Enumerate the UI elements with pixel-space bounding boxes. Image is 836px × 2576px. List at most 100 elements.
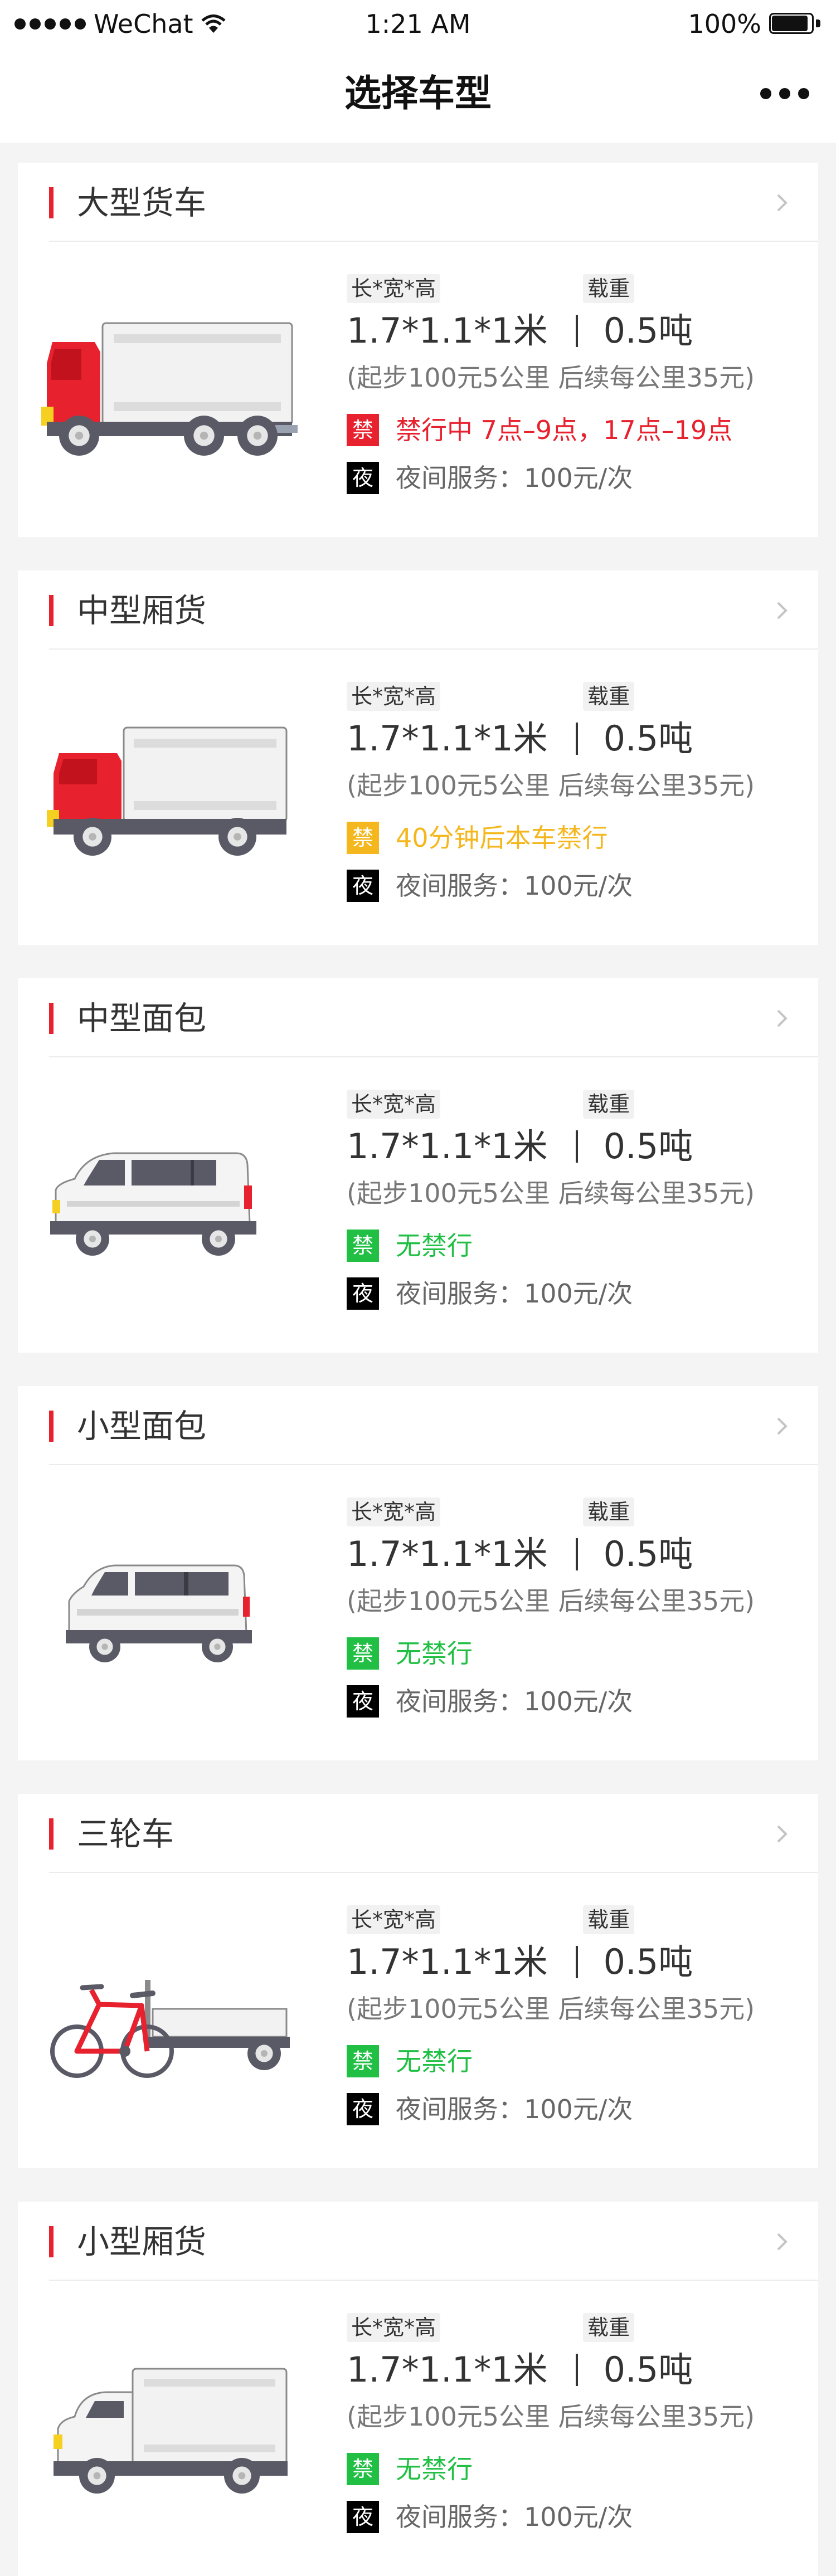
load-label: 载重	[583, 1090, 635, 1119]
vehicle-card-5[interactable]: 三轮车 长*宽*高 载重 1.7*1.1*1米 0.5吨 (起步100元5公里 后…	[18, 1794, 818, 2168]
card-header[interactable]: 中型面包	[18, 978, 818, 1056]
load-value: 0.5吨	[603, 718, 693, 759]
title-accent-bar	[49, 2226, 54, 2257]
ban-badge-icon: 禁	[347, 1230, 379, 1262]
spec-line: 1.7*1.1*1米 0.5吨	[347, 1940, 693, 1984]
load-value: 0.5吨	[603, 1534, 693, 1574]
night-row: 夜 夜间服务：100元/次	[347, 2500, 633, 2534]
spec-separator	[575, 1946, 578, 1978]
night-service-text: 夜间服务：100元/次	[396, 1279, 633, 1309]
load-value: 0.5吨	[603, 1941, 693, 1982]
ban-status-text: 无禁行	[396, 2454, 473, 2484]
spec-line: 1.7*1.1*1米 0.5吨	[347, 309, 693, 353]
dims-value: 1.7*1.1*1米	[347, 310, 548, 351]
dims-label: 长*宽*高	[347, 2313, 441, 2342]
vehicle-name: 小型面包	[77, 1407, 207, 1445]
load-value: 0.5吨	[603, 310, 693, 351]
chevron-right-icon[interactable]	[770, 192, 793, 214]
night-badge-icon: 夜	[347, 462, 379, 494]
more-icon[interactable]	[760, 88, 809, 99]
title-accent-bar	[49, 595, 54, 626]
vehicle-card-2[interactable]: 中型厢货 长*宽*高 载重 1.7*1.1*1米 0.5吨 (起步100元5公里 …	[18, 570, 818, 945]
vehicle-card-4[interactable]: 小型面包 长*宽*高 载重 1.7*1.1*1米 0.5吨 (起步100元5公里 …	[18, 1386, 818, 1760]
night-badge-icon: 夜	[347, 1277, 379, 1310]
dims-label: 长*宽*高	[347, 1905, 441, 1934]
load-value: 0.5吨	[603, 1126, 693, 1167]
divider	[49, 648, 818, 650]
dims-label: 长*宽*高	[347, 274, 441, 303]
load-label: 载重	[583, 1905, 635, 1934]
divider	[49, 1056, 818, 1057]
chevron-right-icon[interactable]	[770, 1823, 793, 1845]
card-header[interactable]: 大型货车	[18, 163, 818, 241]
title-accent-bar	[49, 1003, 54, 1034]
vehicle-name: 大型货车	[77, 184, 207, 222]
pricing-text: (起步100元5公里 后续每公里35元)	[347, 770, 755, 801]
battery-icon	[769, 13, 820, 35]
battery-percent: 100%	[688, 9, 761, 39]
night-row: 夜 夜间服务：100元/次	[347, 1277, 633, 1310]
night-service-text: 夜间服务：100元/次	[396, 871, 633, 901]
card-header[interactable]: 小型面包	[18, 1386, 818, 1464]
divider	[49, 1464, 818, 1465]
ban-badge-icon: 禁	[347, 2045, 379, 2077]
load-value: 0.5吨	[603, 2349, 693, 2390]
ban-status-text: 40分钟后本车禁行	[396, 823, 608, 853]
ban-badge-icon: 禁	[347, 2453, 379, 2485]
spec-separator	[575, 1538, 578, 1570]
page-title: 选择车型	[344, 72, 492, 115]
night-badge-icon: 夜	[347, 1685, 379, 1718]
dims-value: 1.7*1.1*1米	[347, 1941, 548, 1982]
divider	[49, 241, 818, 242]
title-accent-bar	[49, 1818, 54, 1850]
night-badge-icon: 夜	[347, 2093, 379, 2125]
vehicle-card-6[interactable]: 小型厢货 长*宽*高 载重 1.7*1.1*1米 0.5吨 (起步100元5公里 …	[18, 2202, 818, 2576]
pricing-text: (起步100元5公里 后续每公里35元)	[347, 363, 755, 393]
large-truck-icon	[41, 296, 299, 464]
status-bar: WeChat 1:21 AM 100%	[0, 0, 836, 49]
tricycle-icon	[41, 1928, 298, 2095]
dims-label: 长*宽*高	[347, 1497, 441, 1526]
pricing-text: (起步100元5公里 后续每公里35元)	[347, 2402, 755, 2432]
vehicle-card-1[interactable]: 大型货车 长*宽*高 载重 1.7*1.1*1米 0.5吨 (起步100元5公里 …	[18, 163, 818, 537]
title-accent-bar	[49, 187, 54, 218]
nav-bar: 选择车型	[0, 49, 836, 143]
load-label: 载重	[583, 2313, 635, 2342]
card-header[interactable]: 中型厢货	[18, 570, 818, 648]
spec-separator	[575, 1130, 578, 1163]
spec-separator	[575, 315, 578, 347]
card-header[interactable]: 小型厢货	[18, 2202, 818, 2280]
title-accent-bar	[49, 1411, 54, 1442]
chevron-right-icon[interactable]	[770, 1007, 793, 1030]
night-row: 夜 夜间服务：100元/次	[347, 1685, 633, 1718]
chevron-right-icon[interactable]	[770, 2231, 793, 2253]
night-service-text: 夜间服务：100元/次	[396, 2094, 633, 2124]
vehicle-name: 中型厢货	[77, 592, 207, 630]
dims-value: 1.7*1.1*1米	[347, 718, 548, 759]
night-badge-icon: 夜	[347, 870, 379, 902]
card-header[interactable]: 三轮车	[18, 1794, 818, 1872]
chevron-right-icon[interactable]	[770, 1415, 793, 1437]
night-badge-icon: 夜	[347, 2501, 379, 2533]
spec-line: 1.7*1.1*1米 0.5吨	[347, 1532, 693, 1577]
night-row: 夜 夜间服务：100元/次	[347, 2092, 633, 2126]
night-service-text: 夜间服务：100元/次	[396, 2502, 633, 2532]
ban-badge-icon: 禁	[347, 1637, 379, 1670]
night-row: 夜 夜间服务：100元/次	[347, 461, 633, 495]
divider	[49, 2280, 818, 2281]
vehicle-name: 小型厢货	[77, 2223, 207, 2261]
pricing-text: (起步100元5公里 后续每公里35元)	[347, 1178, 755, 1208]
dims-value: 1.7*1.1*1米	[347, 2349, 548, 2390]
spec-line: 1.7*1.1*1米 0.5吨	[347, 716, 693, 761]
status-right: 100%	[688, 9, 820, 39]
load-label: 载重	[583, 274, 635, 303]
dims-label: 长*宽*高	[347, 682, 441, 711]
spec-separator	[575, 723, 578, 755]
ban-status-text: 无禁行	[396, 1638, 473, 1668]
ban-status-text: 禁行中 7点–9点，17点–19点	[396, 415, 733, 445]
chevron-right-icon[interactable]	[770, 599, 793, 622]
spec-line: 1.7*1.1*1米 0.5吨	[347, 2348, 693, 2392]
vehicle-card-3[interactable]: 中型面包 长*宽*高 载重 1.7*1.1*1米 0.5吨 (起步100元5公里 …	[18, 978, 818, 1353]
vehicle-name: 中型面包	[77, 999, 207, 1037]
ban-badge-icon: 禁	[347, 414, 379, 446]
